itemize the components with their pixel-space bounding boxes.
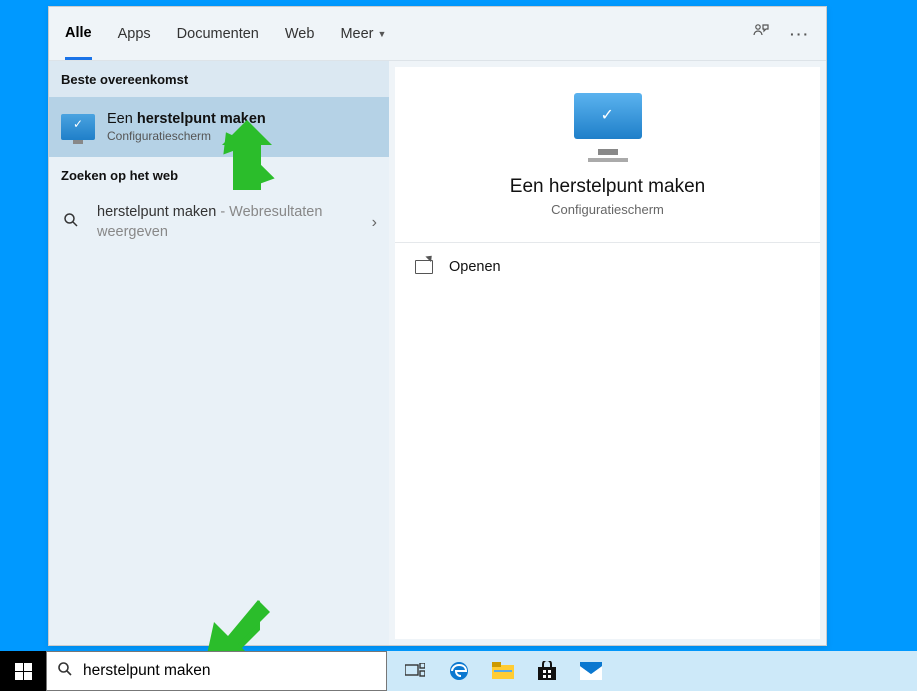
chevron-right-icon: › bbox=[372, 214, 377, 232]
section-header-web: Zoeken op het web bbox=[49, 157, 389, 193]
start-button[interactable] bbox=[0, 651, 46, 691]
open-icon bbox=[415, 260, 433, 274]
best-match-title-prefix: Een bbox=[107, 111, 137, 127]
best-match-title-bold: herstelpunt maken bbox=[137, 111, 266, 127]
monitor-check-icon bbox=[61, 114, 95, 140]
taskbar-search-box[interactable] bbox=[46, 651, 387, 691]
more-options-icon[interactable]: ··· bbox=[790, 26, 810, 42]
search-input[interactable] bbox=[83, 662, 376, 680]
tab-more[interactable]: Meer ▼ bbox=[340, 10, 386, 58]
web-search-result[interactable]: herstelpunt maken - Webresultaten weerge… bbox=[49, 193, 389, 252]
search-icon bbox=[61, 212, 81, 233]
search-results-panel: Alle Apps Documenten Web Meer ▼ ··· Best… bbox=[48, 6, 827, 646]
task-view-icon[interactable] bbox=[393, 651, 437, 691]
search-icon bbox=[57, 661, 73, 682]
preview-header: Een herstelpunt maken Configuratiescherm bbox=[395, 67, 820, 243]
tab-web[interactable]: Web bbox=[285, 10, 315, 58]
open-label: Openen bbox=[449, 259, 501, 275]
tab-all[interactable]: Alle bbox=[65, 9, 92, 60]
preview-title: Een herstelpunt maken bbox=[510, 176, 705, 198]
taskbar-pinned-icons bbox=[393, 651, 613, 691]
section-header-best-match: Beste overeenkomst bbox=[49, 61, 389, 97]
chevron-down-icon: ▼ bbox=[377, 29, 386, 39]
edge-browser-icon[interactable] bbox=[437, 651, 481, 691]
web-result-text: herstelpunt maken - Webresultaten weerge… bbox=[97, 203, 364, 242]
microsoft-store-icon[interactable] bbox=[525, 651, 569, 691]
mail-icon[interactable] bbox=[569, 651, 613, 691]
web-result-query: herstelpunt maken bbox=[97, 204, 216, 220]
results-left-column: Beste overeenkomst Een herstelpunt maken… bbox=[49, 61, 389, 645]
open-action[interactable]: Openen bbox=[395, 243, 820, 291]
feedback-icon[interactable] bbox=[752, 22, 770, 45]
preview-subtitle: Configuratiescherm bbox=[551, 202, 664, 217]
tab-apps[interactable]: Apps bbox=[118, 10, 151, 58]
best-match-text: Een herstelpunt maken Configuratiescherm bbox=[107, 111, 266, 143]
taskbar bbox=[0, 651, 917, 691]
monitor-check-icon-large bbox=[574, 93, 642, 176]
best-match-result[interactable]: Een herstelpunt maken Configuratiescherm bbox=[49, 97, 389, 157]
results-preview-pane: Een herstelpunt maken Configuratiescherm… bbox=[395, 67, 820, 639]
search-tabs-bar: Alle Apps Documenten Web Meer ▼ ··· bbox=[49, 7, 826, 61]
windows-logo-icon bbox=[15, 663, 32, 680]
tab-documents[interactable]: Documenten bbox=[177, 10, 259, 58]
best-match-subtitle: Configuratiescherm bbox=[107, 129, 266, 143]
tab-more-label: Meer bbox=[340, 26, 373, 42]
file-explorer-icon[interactable] bbox=[481, 651, 525, 691]
